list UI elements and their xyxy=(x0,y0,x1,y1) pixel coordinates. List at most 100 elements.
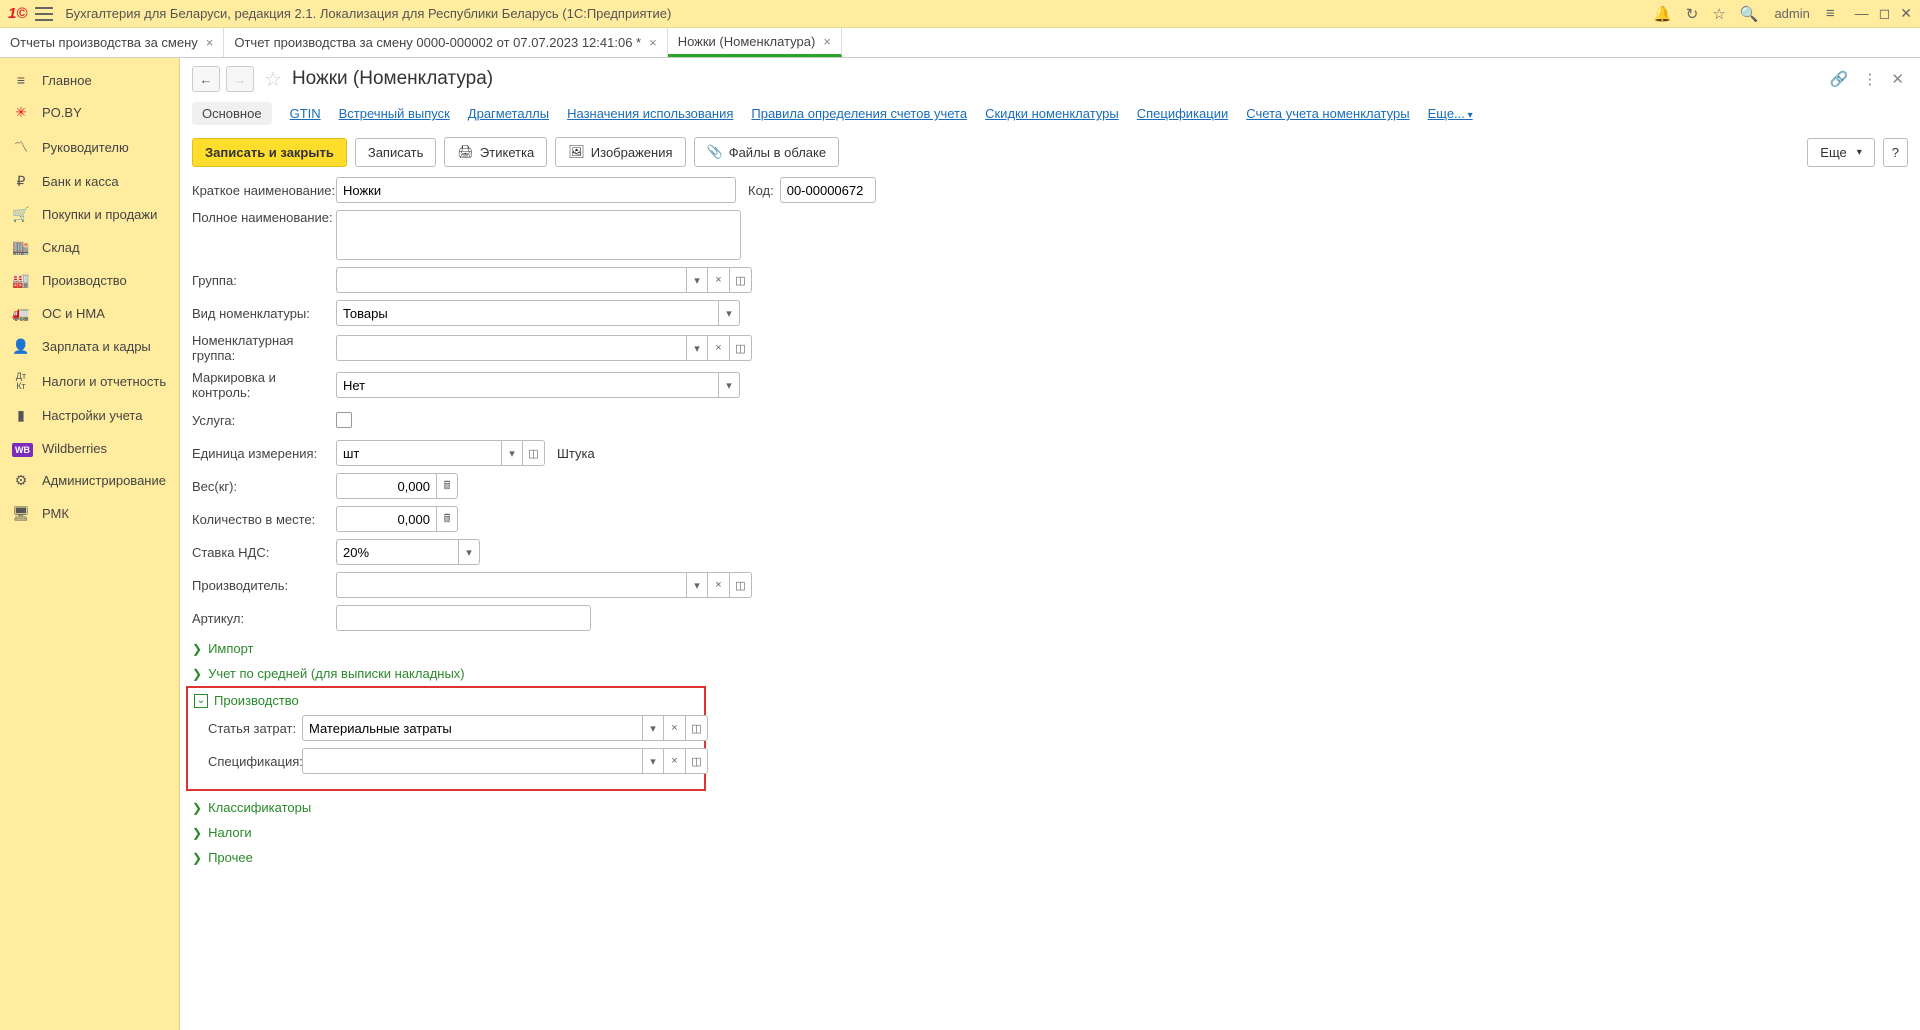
spec-input[interactable] xyxy=(302,748,642,774)
section-other[interactable]: ❯ Прочее xyxy=(192,847,1908,868)
close-icon[interactable]: × xyxy=(649,35,657,50)
clear-button[interactable]: × xyxy=(708,572,730,598)
open-button[interactable]: ◫ xyxy=(730,335,752,361)
sidebar-item-assets[interactable]: 🚛ОС и НМА xyxy=(0,297,179,330)
dropdown-button[interactable]: ▾ xyxy=(718,372,740,398)
sidebar-item-production[interactable]: 🏭Производство xyxy=(0,264,179,297)
service-checkbox[interactable] xyxy=(336,412,352,428)
qty-input[interactable] xyxy=(336,506,436,532)
kebab-icon[interactable]: ⋮ xyxy=(1858,66,1881,92)
files-button[interactable]: Файлы в облаке xyxy=(694,137,840,167)
cart-icon: 🛒 xyxy=(12,206,30,223)
calc-button[interactable]: 🖩 xyxy=(436,473,458,499)
close-window-icon[interactable]: ✕ xyxy=(1900,5,1912,22)
person-icon: 👤 xyxy=(12,338,30,355)
cost-item-input[interactable] xyxy=(302,715,642,741)
subtab-specs[interactable]: Спецификации xyxy=(1137,106,1229,121)
subtab-discounts[interactable]: Скидки номенклатуры xyxy=(985,106,1119,121)
subtab-more[interactable]: Еще... xyxy=(1428,106,1473,121)
sidebar-item-warehouse[interactable]: 🏬Склад xyxy=(0,231,179,264)
close-icon[interactable]: × xyxy=(823,34,831,49)
sidebar-item-rmk[interactable]: 🖥РМК xyxy=(0,497,179,530)
sidebar-item-trade[interactable]: 🛒Покупки и продажи xyxy=(0,198,179,231)
open-button[interactable]: ◫ xyxy=(730,267,752,293)
favorite-icon[interactable]: ☆ xyxy=(264,67,282,92)
subtab-main[interactable]: Основное xyxy=(192,102,272,125)
star-icon[interactable]: ☆ xyxy=(1712,5,1725,23)
subtab-usage[interactable]: Назначения использования xyxy=(567,106,733,121)
open-button[interactable]: ◫ xyxy=(686,715,708,741)
open-button[interactable]: ◫ xyxy=(523,440,545,466)
dropdown-button[interactable]: ▾ xyxy=(642,715,664,741)
section-production[interactable]: ⌄ Производство xyxy=(194,690,698,711)
subtab-accounts[interactable]: Счета учета номенклатуры xyxy=(1246,106,1409,121)
clear-button[interactable]: × xyxy=(664,748,686,774)
manufacturer-label: Производитель: xyxy=(192,578,336,593)
maximize-icon[interactable]: ◻ xyxy=(1879,5,1891,22)
subtab-accounts-rules[interactable]: Правила определения счетов учета xyxy=(751,106,967,121)
section-avg[interactable]: ❯ Учет по средней (для выписки накладных… xyxy=(192,663,1908,684)
full-name-input[interactable] xyxy=(336,210,741,260)
nav-back-button[interactable]: ← xyxy=(192,66,220,92)
tab-report-doc[interactable]: Отчет производства за смену 0000-000002 … xyxy=(224,28,667,57)
dropdown-button[interactable]: ▾ xyxy=(686,267,708,293)
sidebar-item-main[interactable]: ≡Главное xyxy=(0,64,179,96)
dropdown-button[interactable]: ▾ xyxy=(642,748,664,774)
more-button[interactable]: Еще▾ xyxy=(1807,138,1874,167)
history-icon[interactable]: ↻ xyxy=(1686,5,1699,23)
hamburger-icon[interactable] xyxy=(35,7,53,21)
article-input[interactable] xyxy=(336,605,591,631)
unit-input[interactable] xyxy=(336,440,501,466)
nom-group-input[interactable] xyxy=(336,335,686,361)
nav-forward-button[interactable]: → xyxy=(226,66,254,92)
sidebar-item-poby[interactable]: ✳PO.BY xyxy=(0,96,179,129)
tab-report-list[interactable]: Отчеты производства за смену × xyxy=(0,28,224,57)
tab-nomenclature[interactable]: Ножки (Номенклатура) × xyxy=(668,28,842,57)
dropdown-button[interactable]: ▾ xyxy=(458,539,480,565)
short-name-input[interactable] xyxy=(336,177,736,203)
code-input[interactable] xyxy=(780,177,876,203)
link-icon[interactable]: 🔗 xyxy=(1826,66,1853,92)
search-icon[interactable]: 🔍 xyxy=(1740,5,1759,23)
sidebar-item-hr[interactable]: 👤Зарплата и кадры xyxy=(0,330,179,363)
bell-icon[interactable]: 🔔 xyxy=(1653,5,1672,23)
type-input[interactable] xyxy=(336,300,718,326)
sidebar-item-settings[interactable]: ▮Настройки учета xyxy=(0,399,179,432)
minimize-icon[interactable]: — xyxy=(1855,5,1869,22)
vat-input[interactable] xyxy=(336,539,458,565)
close-icon[interactable]: × xyxy=(206,35,214,50)
section-import[interactable]: ❯ Импорт xyxy=(192,638,1908,659)
sidebar-item-admin[interactable]: ⚙Администрирование xyxy=(0,464,179,497)
clear-button[interactable]: × xyxy=(664,715,686,741)
save-close-button[interactable]: Записать и закрыть xyxy=(192,138,347,167)
dropdown-button[interactable]: ▾ xyxy=(686,335,708,361)
open-button[interactable]: ◫ xyxy=(730,572,752,598)
section-classifiers[interactable]: ❯ Классификаторы xyxy=(192,797,1908,818)
subtab-counter[interactable]: Встречный выпуск xyxy=(339,106,450,121)
weight-input[interactable] xyxy=(336,473,436,499)
save-button[interactable]: Записать xyxy=(355,138,437,167)
help-button[interactable]: ? xyxy=(1883,138,1908,167)
sidebar-item-wildberries[interactable]: WBWildberries xyxy=(0,432,179,464)
sidebar-item-bank[interactable]: ₽Банк и касса xyxy=(0,165,179,198)
user-label[interactable]: admin xyxy=(1774,6,1809,21)
subtab-gtin[interactable]: GTIN xyxy=(290,106,321,121)
clear-button[interactable]: × xyxy=(708,335,730,361)
close-page-icon[interactable]: ✕ xyxy=(1887,66,1908,92)
images-button[interactable]: Изображения xyxy=(555,137,685,167)
sidebar-item-taxes[interactable]: ДтКтНалоги и отчетность xyxy=(0,363,179,399)
dropdown-button[interactable]: ▾ xyxy=(501,440,523,466)
marking-input[interactable] xyxy=(336,372,718,398)
settings-icon[interactable]: ≡ xyxy=(1826,5,1835,22)
section-taxes[interactable]: ❯ Налоги xyxy=(192,822,1908,843)
dropdown-button[interactable]: ▾ xyxy=(718,300,740,326)
label-button[interactable]: Этикетка xyxy=(444,137,547,167)
subtab-metals[interactable]: Драгметаллы xyxy=(468,106,549,121)
clear-button[interactable]: × xyxy=(708,267,730,293)
dropdown-button[interactable]: ▾ xyxy=(686,572,708,598)
sidebar-item-manager[interactable]: 〽Руководителю xyxy=(0,129,179,165)
open-button[interactable]: ◫ xyxy=(686,748,708,774)
group-input[interactable] xyxy=(336,267,686,293)
manufacturer-input[interactable] xyxy=(336,572,686,598)
calc-button[interactable]: 🖩 xyxy=(436,506,458,532)
